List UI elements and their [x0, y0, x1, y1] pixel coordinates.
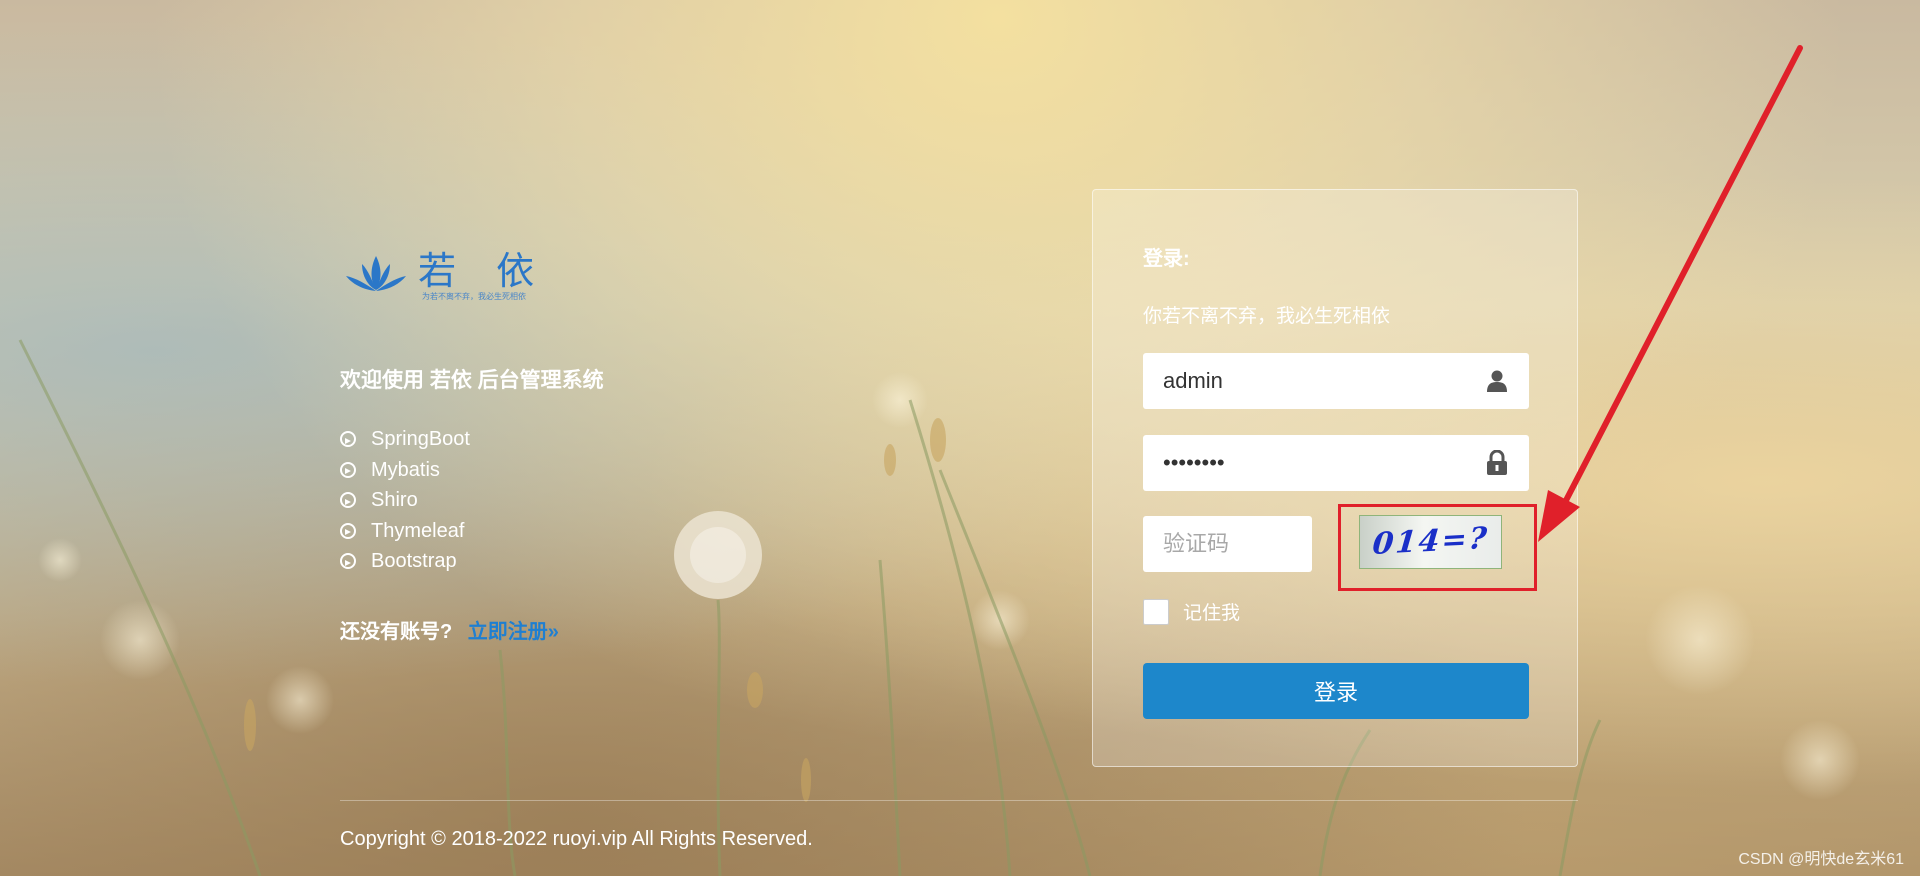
username-input[interactable] [1143, 353, 1529, 409]
captcha-text: 014=? [1370, 521, 1491, 562]
circle-arrow-right-icon [340, 492, 356, 509]
captcha-input[interactable] [1143, 516, 1312, 572]
footer-divider [340, 800, 1578, 801]
tech-label: Shiro [371, 489, 418, 511]
tech-stack-list: SpringBoot Mybatis Shiro Thymeleaf Boots… [340, 424, 900, 577]
list-item: Bootstrap [340, 546, 900, 577]
tech-label: SpringBoot [371, 428, 470, 450]
password-field [1143, 435, 1529, 491]
brand-panel: 若 依 为若不离不弃，我必生死相依 欢迎使用 若依 后台管理系统 SpringB… [340, 250, 900, 644]
circle-arrow-right-icon [340, 553, 356, 570]
background-meadow [18, 339, 1860, 876]
list-item: Shiro [340, 485, 900, 516]
tech-label: Mybatis [371, 458, 440, 481]
login-title: 登录: [1143, 248, 1190, 270]
copyright-text: Copyright © 2018-2022 ruoyi.vip All Righ… [340, 828, 813, 850]
circle-arrow-right-icon [340, 431, 356, 448]
login-button[interactable]: 登录 [1143, 663, 1529, 719]
lock-icon [1487, 450, 1507, 475]
circle-arrow-right-icon [340, 461, 356, 478]
list-item: SpringBoot [340, 424, 900, 455]
password-input[interactable] [1143, 435, 1529, 491]
csdn-watermark: CSDN @明快de玄米61 [1738, 851, 1904, 868]
list-item: Thymeleaf [340, 516, 900, 547]
tech-label: Thymeleaf [371, 519, 465, 542]
tech-label: Bootstrap [371, 550, 457, 572]
logo-slogan: 为若不离不弃，我必生死相依 [422, 292, 526, 301]
circle-arrow-right-icon [340, 522, 356, 539]
captcha-field [1143, 516, 1312, 572]
login-subtitle: 你若不离不弃，我必生死相依 [1143, 306, 1391, 327]
welcome-heading: 欢迎使用 若依 后台管理系统 [340, 369, 604, 392]
logo-wordmark: 若 依 [418, 249, 549, 293]
remember-me-label: 记住我 [1183, 603, 1241, 624]
list-item: Mybatis [340, 455, 900, 486]
ruoyi-logo: 若 依 为若不离不弃，我必生死相依 [340, 250, 900, 310]
remember-me-checkbox[interactable]: 记住我 [1143, 598, 1240, 625]
username-field [1143, 353, 1529, 409]
register-row: 还没有账号? 立即注册» [340, 615, 900, 644]
captcha-image[interactable]: 014=? [1359, 515, 1502, 569]
lotus-logo-icon [346, 256, 406, 291]
login-form: 登录: 你若不离不弃，我必生死相依 014=? 记住我 登录 [1092, 189, 1578, 767]
checkbox-icon[interactable] [1143, 598, 1169, 625]
register-prompt: 还没有账号? [340, 620, 453, 643]
user-icon [1487, 370, 1507, 392]
register-link[interactable]: 立即注册» [468, 621, 559, 643]
